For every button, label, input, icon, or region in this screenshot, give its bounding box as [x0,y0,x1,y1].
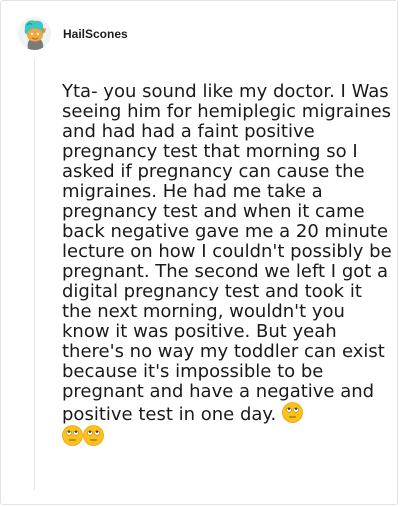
comment-body: Yta- you sound like my doctor. I Was see… [62,82,394,448]
username[interactable]: HailScones [63,27,128,41]
thread-line[interactable] [34,59,35,490]
comment-card: HailScones Yta- you sound like my doctor… [0,0,398,505]
snoo-avatar-icon[interactable] [18,17,51,50]
eye-roll-emoji [83,425,104,446]
comment-header: HailScones [18,17,128,50]
eye-roll-emoji [282,402,303,423]
eye-roll-emoji [62,425,83,446]
comment-body-text: Yta- you sound like my doctor. I Was see… [62,81,392,425]
